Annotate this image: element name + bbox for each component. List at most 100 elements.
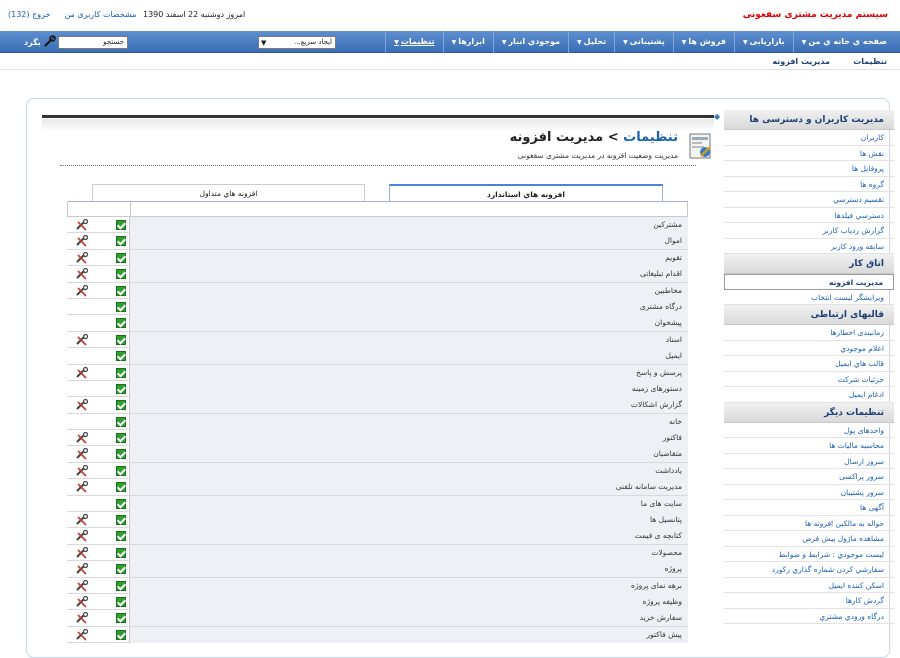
enabled-checkbox[interactable] <box>116 613 126 624</box>
tools-icon[interactable] <box>44 35 56 48</box>
sidebar-item[interactable]: گردش کارها <box>724 593 894 609</box>
tab-standard-modules[interactable]: افزونه هاي استاندارد <box>389 184 663 202</box>
nav-item-1[interactable]: بازاریابی▼ <box>733 31 793 53</box>
nav-item-4[interactable]: تحلیل▼ <box>568 31 614 53</box>
sidebar-item[interactable]: آگهی ها <box>724 500 894 516</box>
enabled-checkbox[interactable] <box>116 580 126 591</box>
sidebar-item-link[interactable]: قالب هاي ایمیل <box>835 359 884 368</box>
breadcrumb-settings[interactable]: تنظیمات <box>853 57 887 66</box>
enabled-checkbox[interactable] <box>116 301 126 312</box>
enabled-checkbox[interactable] <box>116 449 126 460</box>
sidebar-item-link[interactable]: تقسیم دسترسي <box>833 195 884 204</box>
enabled-checkbox[interactable] <box>116 269 126 280</box>
sidebar-item-link[interactable]: ویرایشگر لیست انتخاب <box>811 293 884 302</box>
enabled-checkbox[interactable] <box>116 383 126 394</box>
sidebar-item-link[interactable]: آگهی ها <box>860 503 884 512</box>
module-settings-tool-icon[interactable] <box>75 399 89 411</box>
sidebar-item[interactable]: پروفایل ها <box>724 161 894 177</box>
enabled-checkbox[interactable] <box>116 334 126 345</box>
sidebar-item[interactable]: محاسبه مالیات ها <box>724 438 894 454</box>
search-input[interactable]: جستجو <box>58 36 128 49</box>
sidebar-item[interactable]: زمانبندی اخطارها <box>724 325 894 341</box>
enabled-checkbox[interactable] <box>116 416 126 427</box>
sidebar-item-link[interactable]: گروه ها <box>860 180 884 189</box>
sidebar-item[interactable]: درگاه ورودي مشتري <box>724 609 894 624</box>
sidebar-item[interactable]: کاربران <box>724 130 894 146</box>
sidebar-item[interactable]: گزارش ردیاب کاربر <box>724 223 894 239</box>
module-settings-tool-icon[interactable] <box>75 235 89 247</box>
enabled-checkbox[interactable] <box>116 498 126 509</box>
sidebar-item[interactable]: حواله به مالکین افزونه ها <box>724 516 894 531</box>
module-settings-tool-icon[interactable] <box>75 579 89 592</box>
module-settings-tool-icon[interactable] <box>75 284 89 297</box>
sidebar-item[interactable]: قالب هاي ایمیل <box>724 356 894 372</box>
sidebar-item[interactable]: تقسیم دسترسي <box>724 192 894 208</box>
enabled-checkbox[interactable] <box>116 515 126 526</box>
sidebar-item[interactable]: سابقه ورود کاربر <box>724 239 894 254</box>
module-settings-tool-icon[interactable] <box>75 612 89 624</box>
nav-item-0[interactable]: صفحه ي خانه ي من▼ <box>792 31 895 53</box>
nav-item-6[interactable]: ابزارها▼ <box>442 31 493 53</box>
module-settings-tool-icon[interactable] <box>75 431 89 444</box>
sidebar-item[interactable]: ویرایشگر لیست انتخاب <box>724 290 894 305</box>
sidebar-item-link[interactable]: لیست موجودي : شرایط و ضوابط <box>778 550 884 559</box>
module-settings-tool-icon[interactable] <box>75 595 89 608</box>
sidebar-item-link[interactable]: مشاهده ماژول پیش فرض <box>802 534 884 543</box>
module-settings-tool-icon[interactable] <box>75 563 89 575</box>
enabled-checkbox[interactable] <box>116 400 126 411</box>
enabled-checkbox[interactable] <box>116 531 126 542</box>
collapse-sidebar-icon[interactable]: ◆ <box>714 112 724 122</box>
sidebar-item[interactable]: دسترسي فیلدها <box>724 208 894 223</box>
sidebar-item[interactable]: واحدهای پول <box>724 423 894 438</box>
sidebar-item[interactable]: سرور پشتیبان <box>724 485 894 500</box>
sidebar-item[interactable]: اعلام موجودي <box>724 341 894 356</box>
enabled-checkbox[interactable] <box>116 220 126 230</box>
sidebar-item-link[interactable]: واحدهای پول <box>844 426 884 435</box>
module-settings-tool-icon[interactable] <box>75 218 89 231</box>
module-settings-tool-icon[interactable] <box>75 546 89 559</box>
enabled-checkbox[interactable] <box>116 564 126 575</box>
enabled-checkbox[interactable] <box>116 482 126 493</box>
module-settings-tool-icon[interactable] <box>75 448 89 461</box>
module-settings-tool-icon[interactable] <box>75 481 89 493</box>
sidebar-item-link[interactable]: مدیریت افزونه <box>829 278 883 287</box>
sidebar-item[interactable]: جزئیات شرکت <box>724 372 894 387</box>
quick-create-select[interactable]: ایجاد سریع... ▼ <box>258 36 336 49</box>
sidebar-item-link[interactable]: حواله به مالکین افزونه ها <box>805 519 884 528</box>
sidebar-item-link[interactable]: کاربران <box>861 133 884 142</box>
sidebar-item[interactable]: اسکن کننده ایمیل <box>724 578 894 593</box>
sidebar-item-link[interactable]: دسترسي فیلدها <box>835 211 884 220</box>
enabled-checkbox[interactable] <box>116 252 126 263</box>
sidebar-item-link[interactable]: گزارش ردیاب کاربر <box>823 226 884 235</box>
sidebar-item[interactable]: مشاهده ماژول پیش فرض <box>724 531 894 547</box>
module-settings-tool-icon[interactable] <box>75 268 89 280</box>
sidebar-item-link[interactable]: سابقه ورود کاربر <box>831 242 884 251</box>
sidebar-item-link[interactable]: سرور ارسال <box>844 457 884 466</box>
page-title-link[interactable]: تنظیمات <box>623 130 678 145</box>
module-settings-tool-icon[interactable] <box>75 464 89 477</box>
nav-item-7[interactable]: تنظیمات▼ <box>385 31 442 53</box>
nav-item-3[interactable]: پشتیبانی▼ <box>614 31 673 53</box>
enabled-checkbox[interactable] <box>116 547 126 558</box>
search-button[interactable]: بگرد <box>24 36 44 49</box>
sidebar-item-link[interactable]: اعلام موجودي <box>840 344 884 353</box>
sidebar-item[interactable]: مدیریت افزونه <box>724 274 894 290</box>
enabled-checkbox[interactable] <box>116 629 126 640</box>
enabled-checkbox[interactable] <box>116 465 126 476</box>
sidebar-item-link[interactable]: سرور پشتیبان <box>841 488 884 497</box>
sidebar-item-link[interactable]: ادغام ایمیل <box>849 390 884 399</box>
sidebar-item[interactable]: نقش ها <box>724 146 894 161</box>
enabled-checkbox[interactable] <box>116 596 126 607</box>
enabled-checkbox[interactable] <box>116 351 126 362</box>
nav-item-2[interactable]: فروش ها▼ <box>672 31 734 53</box>
sidebar-item[interactable]: سفارشي كردن شماره گذاري ركورد <box>724 562 894 578</box>
module-settings-tool-icon[interactable] <box>75 251 89 264</box>
sidebar-item-link[interactable]: زمانبندی اخطارها <box>830 328 884 337</box>
module-settings-tool-icon[interactable] <box>75 628 89 641</box>
module-settings-tool-icon[interactable] <box>75 333 89 346</box>
enabled-checkbox[interactable] <box>116 367 126 378</box>
enabled-checkbox[interactable] <box>116 236 126 247</box>
enabled-checkbox[interactable] <box>116 285 126 296</box>
sidebar-item[interactable]: سرور پراکسی <box>724 469 894 485</box>
module-settings-tool-icon[interactable] <box>75 530 89 542</box>
